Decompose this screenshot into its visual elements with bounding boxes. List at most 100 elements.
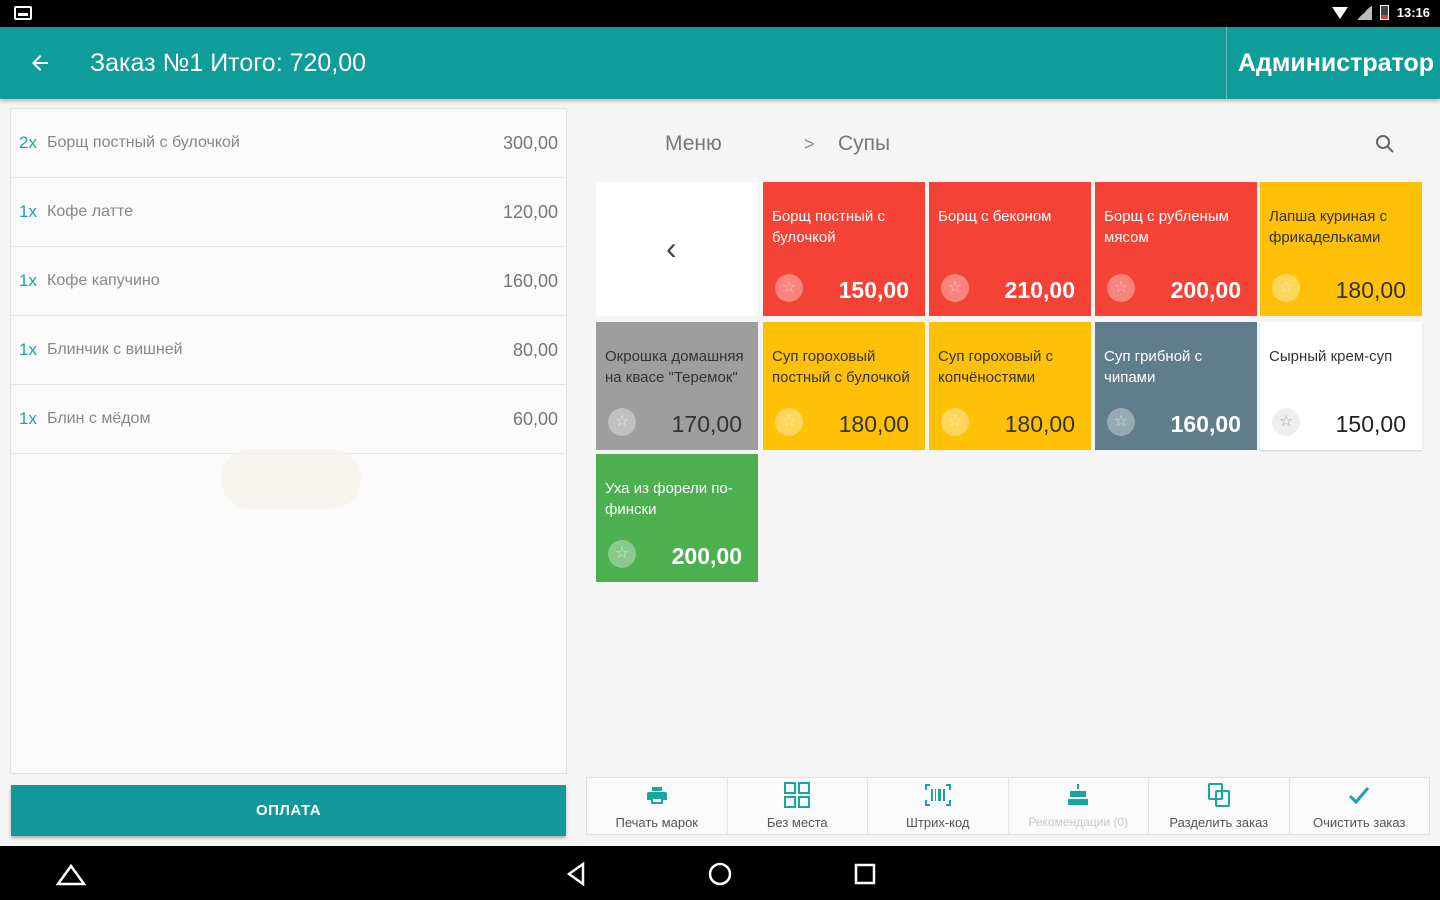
- product-tile[interactable]: Окрошка домашняя на квасе "Теремок" ☆ 17…: [596, 322, 758, 450]
- product-grid: ‹ Борщ постный с булочкой ☆ 150,00 Борщ …: [596, 182, 1426, 582]
- product-price: 200,00: [1170, 277, 1241, 303]
- star-icon[interactable]: ☆: [608, 540, 636, 568]
- order-item[interactable]: 1x Блин с мёдом 60,00: [11, 385, 566, 454]
- product-price: 150,00: [1335, 411, 1406, 437]
- star-icon[interactable]: ☆: [1107, 408, 1135, 436]
- product-price: 160,00: [1170, 411, 1241, 437]
- cake-icon: [1068, 784, 1089, 805]
- product-tile[interactable]: Суп грибной с чипами ☆ 160,00: [1095, 322, 1257, 450]
- back-button[interactable]: [20, 45, 60, 81]
- star-icon[interactable]: ☆: [775, 408, 803, 436]
- grid-icon: [784, 782, 811, 808]
- order-item-price: 160,00: [502, 271, 558, 291]
- action-toolbar: Печать марок Без места Штрих-код Рекомен…: [586, 777, 1430, 835]
- product-name: Лапша куриная с фрикадельками: [1269, 208, 1388, 246]
- tool-label: Очистить заказ: [1313, 815, 1406, 830]
- product-name: Борщ постный с булочкой: [772, 208, 885, 246]
- tool-label: Рекомендации (0): [1028, 815, 1129, 829]
- star-icon[interactable]: ☆: [608, 408, 636, 436]
- printer-icon: [646, 787, 667, 804]
- order-item-name: Кофе капучино: [47, 272, 160, 289]
- product-tile[interactable]: Борщ с рубленым мясом ☆ 200,00: [1095, 182, 1257, 316]
- order-list: 2x Борщ постный с булочкой 300,00 1x Коф…: [10, 108, 567, 774]
- order-item-qty: 1x: [19, 202, 37, 221]
- recommendations-button[interactable]: Рекомендации (0): [1009, 778, 1149, 834]
- print-labels-button[interactable]: Печать марок: [587, 778, 728, 834]
- product-tile[interactable]: Сырный крем-суп ☆ 150,00: [1260, 322, 1422, 450]
- tool-label: Разделить заказ: [1169, 815, 1269, 830]
- star-icon[interactable]: ☆: [1107, 274, 1135, 302]
- star-icon[interactable]: ☆: [775, 274, 803, 302]
- product-name: Суп гороховый с копчёностями: [938, 348, 1054, 386]
- search-icon[interactable]: [1373, 132, 1397, 156]
- star-icon[interactable]: ☆: [1272, 274, 1300, 302]
- order-item-qty: 1x: [19, 340, 37, 359]
- order-item[interactable]: 2x Борщ постный с булочкой 300,00: [11, 109, 566, 178]
- order-item-name: Блин с мёдом: [47, 410, 151, 427]
- user-menu[interactable]: Администратор: [1238, 49, 1434, 78]
- wifi-icon: [1331, 6, 1348, 19]
- tool-label: Штрих-код: [905, 815, 970, 830]
- status-icons: 13:16: [1331, 5, 1430, 20]
- product-tile[interactable]: Борщ постный с булочкой ☆ 150,00: [763, 182, 925, 316]
- grid-back-button[interactable]: ‹: [596, 182, 758, 316]
- order-item[interactable]: 1x Блинчик с вишней 80,00: [11, 316, 566, 385]
- barcode-icon: [924, 784, 951, 806]
- product-price: 210,00: [1004, 277, 1075, 303]
- home-triangle-icon[interactable]: [55, 858, 87, 890]
- product-tile[interactable]: Борщ с беконом ☆ 210,00: [929, 182, 1091, 316]
- product-tile[interactable]: Суп гороховый постный с булочкой ☆ 180,0…: [763, 322, 925, 450]
- chevron-left-icon: ‹: [666, 230, 677, 266]
- divider: [1226, 27, 1227, 99]
- product-name: Суп гороховый постный с булочкой: [772, 348, 910, 386]
- product-tile[interactable]: Уха из форели по-фински ☆ 200,00: [596, 454, 758, 582]
- tool-label: Без места: [766, 815, 828, 830]
- order-item-price: 300,00: [502, 133, 558, 153]
- order-item-price: 80,00: [512, 340, 558, 360]
- split-order-button[interactable]: Разделить заказ: [1149, 778, 1290, 834]
- app-bar: Заказ №1 Итого: 720,00 Администратор: [0, 27, 1440, 99]
- order-item-qty: 1x: [19, 271, 37, 290]
- clock: 13:16: [1396, 5, 1430, 20]
- product-name: Уха из форели по-фински: [605, 480, 733, 518]
- product-price: 180,00: [1004, 411, 1075, 437]
- battery-icon: [1379, 5, 1389, 20]
- pay-button[interactable]: ОПЛАТА: [11, 785, 566, 836]
- no-seat-button[interactable]: Без места: [728, 778, 868, 834]
- clear-order-button[interactable]: Очистить заказ: [1290, 778, 1430, 834]
- product-name: Окрошка домашняя на квасе "Теремок": [605, 348, 744, 386]
- star-icon[interactable]: ☆: [941, 274, 969, 302]
- barcode-button[interactable]: Штрих-код: [868, 778, 1009, 834]
- recents-square-icon[interactable]: [849, 858, 881, 890]
- product-tile[interactable]: Суп гороховый с копчёностями ☆ 180,00: [929, 322, 1091, 450]
- product-name: Борщ с рубленым мясом: [1104, 208, 1229, 246]
- tool-label: Печать марок: [615, 815, 698, 830]
- product-name: Борщ с беконом: [938, 208, 1052, 225]
- breadcrumb-menu[interactable]: Меню: [665, 132, 722, 156]
- order-item-price: 60,00: [512, 409, 558, 429]
- split-icon: [1207, 783, 1230, 807]
- order-item-name: Борщ постный с булочкой: [47, 134, 240, 151]
- home-circle-icon[interactable]: [704, 858, 736, 890]
- breadcrumb-separator: >: [804, 134, 815, 154]
- back-triangle-icon[interactable]: [561, 858, 593, 890]
- page-title: Заказ №1 Итого: 720,00: [90, 49, 367, 77]
- product-price: 150,00: [838, 277, 909, 303]
- check-icon: [1349, 787, 1370, 805]
- product-tile[interactable]: Лапша куриная с фрикадельками ☆ 180,00: [1260, 182, 1422, 316]
- product-price: 180,00: [1335, 277, 1406, 303]
- product-price: 200,00: [671, 543, 742, 569]
- notification-icon: [14, 6, 32, 20]
- arrow-left-icon: [32, 55, 48, 71]
- product-price: 170,00: [671, 411, 742, 437]
- background-logo: [221, 449, 361, 509]
- order-item-qty: 1x: [19, 409, 37, 428]
- product-name: Суп грибной с чипами: [1104, 348, 1203, 386]
- system-nav-bar: [0, 846, 1440, 900]
- order-item-qty: 2x: [19, 133, 37, 152]
- order-item[interactable]: 1x Кофе латте 120,00: [11, 178, 566, 247]
- order-item[interactable]: 1x Кофе капучино 160,00: [11, 247, 566, 316]
- star-icon[interactable]: ☆: [1272, 408, 1300, 436]
- star-icon[interactable]: ☆: [941, 408, 969, 436]
- order-item-price: 120,00: [502, 202, 558, 222]
